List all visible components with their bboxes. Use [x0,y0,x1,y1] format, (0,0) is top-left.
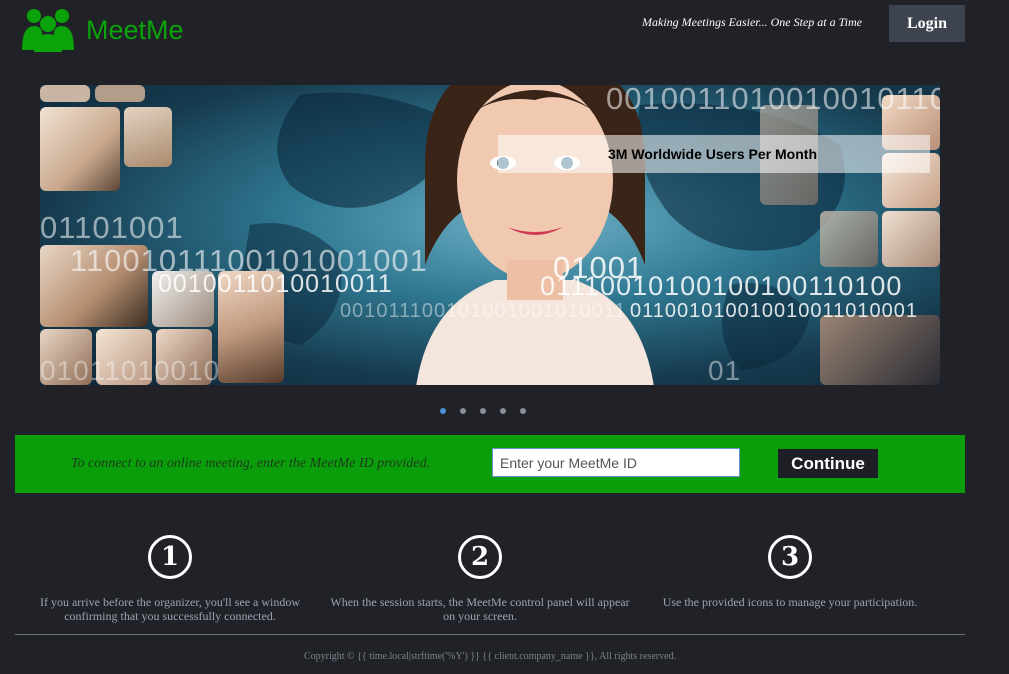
binary-text: 01101001 [40,210,184,245]
step-description: When the session starts, the MeetMe cont… [330,595,630,623]
header: MeetMe Making Meetings Easier... One Ste… [0,0,1009,70]
slider-dot[interactable] [480,408,486,414]
meetme-id-input[interactable] [492,448,740,477]
logo[interactable]: MeetMe [22,6,184,52]
binary-text: 0010011010010010110 [606,85,940,116]
photo-thumbnail [820,315,940,385]
step-number-icon: 2 [458,535,502,579]
binary-text: 01011010010 [40,355,221,385]
slider-dot[interactable] [520,408,526,414]
brand-name: MeetMe [86,14,184,45]
continue-button[interactable]: Continue [778,449,878,478]
step-number-icon: 3 [768,535,812,579]
step-number-icon: 1 [148,535,192,579]
slider-dots [440,408,526,414]
photo-thumbnail [95,85,145,102]
photo-thumbnail [124,107,172,167]
connect-bar: To connect to an online meeting, enter t… [15,435,965,493]
photo-thumbnail [882,211,940,267]
slider-dot[interactable] [460,408,466,414]
slider-dot[interactable] [440,408,446,414]
photo-thumbnail [40,85,90,102]
hero-portrait [416,85,654,385]
binary-text: 01 [708,355,742,385]
binary-text: 0010011010010011 [158,270,393,298]
connect-instruction: To connect to an online meeting, enter t… [71,456,430,471]
login-button[interactable]: Login [889,5,965,42]
step-2: 2 When the session starts, the MeetMe co… [330,535,630,623]
binary-text: 011001010010010011010001 [630,300,918,322]
tagline: Making Meetings Easier... One Step at a … [642,15,862,29]
photo-thumbnail [40,107,120,191]
step-description: If you arrive before the organizer, you'… [39,595,301,623]
photo-thumbnail [820,211,878,267]
step-1: 1 If you arrive before the organizer, yo… [20,535,320,623]
slide-caption: 3M Worldwide Users Per Month [608,146,817,162]
slider-dot[interactable] [500,408,506,414]
binary-text: 001011100101001001010011 [340,300,627,322]
copyright-text: Copyright © {{ time.local|strftime('%Y')… [303,651,677,662]
hero-slider[interactable]: 0010011010010010110 01101001 11001011100… [40,85,940,385]
people-group-icon [22,9,74,52]
step-description: Use the provided icons to manage your pa… [662,595,918,609]
binary-text: 01110010100100100110100 [540,271,903,301]
step-3: 3 Use the provided icons to manage your … [640,535,940,609]
footer-divider [15,634,965,635]
